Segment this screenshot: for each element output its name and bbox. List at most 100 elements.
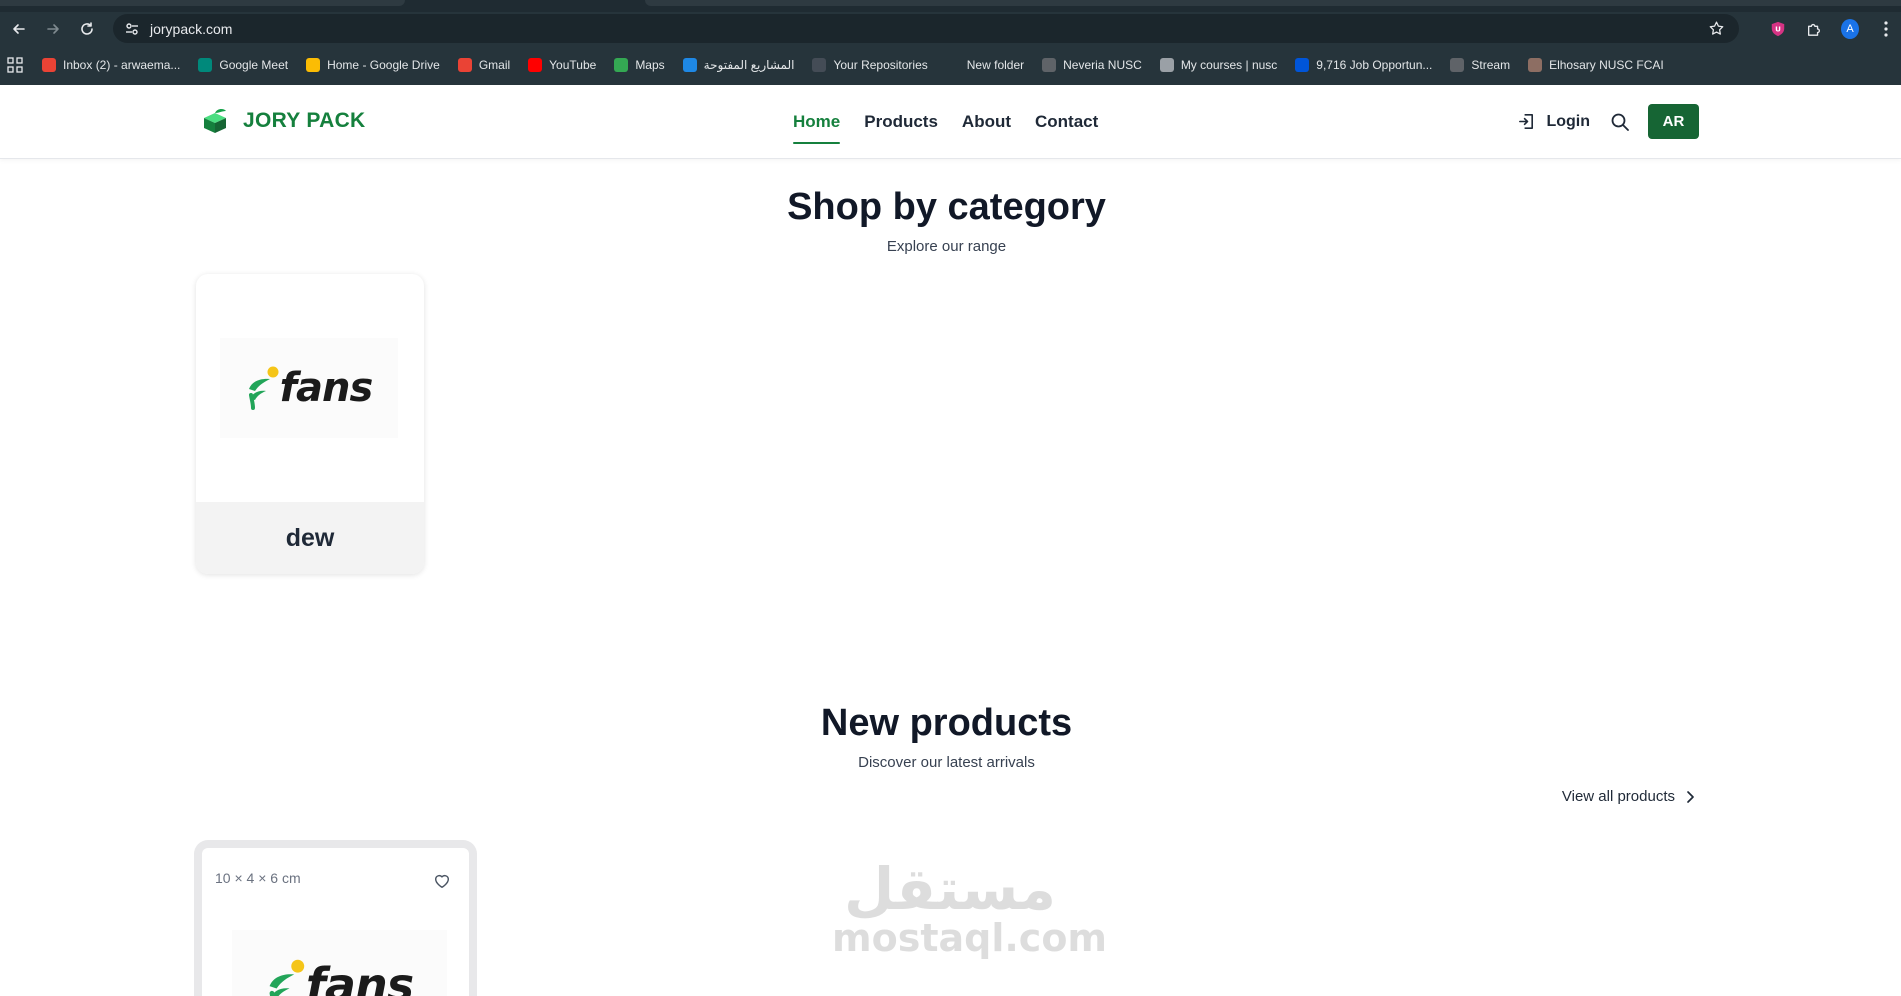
bookmark-item[interactable]: New folder: [945, 58, 1025, 72]
github-icon: [812, 58, 827, 72]
bookmark-label: Stream: [1471, 58, 1511, 72]
youtube-icon: [528, 58, 543, 72]
reload-icon: [81, 21, 93, 35]
bookmark-label: My courses | nusc: [1180, 58, 1278, 72]
kebab-menu-icon[interactable]: [1877, 20, 1895, 38]
nav-products[interactable]: Products: [864, 108, 938, 136]
bookmark-item[interactable]: Neveria NUSC: [1042, 58, 1142, 72]
bookmark-label: Maps: [635, 58, 665, 72]
puzzle-icon[interactable]: [1805, 20, 1823, 38]
fans-logo: fans: [266, 958, 414, 996]
bookmark-label: Google Meet: [219, 58, 289, 72]
products-section-subtitle: Discover our latest arrivals: [858, 754, 1035, 771]
fans-leaf-icon: [248, 366, 279, 410]
chevron-right-icon: [1687, 790, 1694, 803]
browser-toolbar: jorypack.com U A: [0, 12, 1901, 45]
box-logo-icon: [204, 108, 226, 133]
fans-wordmark: fans: [279, 365, 374, 411]
fans-wordmark: fans: [305, 958, 414, 996]
bookmark-label: 9,716 Job Opportun...: [1316, 58, 1433, 72]
bookmark-item[interactable]: Elhosary NUSC FCAI: [1528, 58, 1664, 72]
bookmark-label: Inbox (2) - arwaema...: [63, 58, 181, 72]
nav-about[interactable]: About: [962, 108, 1011, 136]
bookmark-item[interactable]: My courses | nusc: [1159, 58, 1278, 72]
brand-logo[interactable]: JORY PACK: [201, 107, 366, 135]
wuzzuf-icon: [1295, 58, 1310, 72]
bookmark-list: Inbox (2) - arwaema... Google Meet Home - …: [42, 58, 1682, 72]
bookmark-item[interactable]: Maps: [614, 58, 665, 72]
search-icon[interactable]: [1610, 112, 1630, 132]
category-name: dew: [196, 502, 424, 574]
address-bar[interactable]: jorypack.com: [113, 14, 1739, 43]
language-toggle-button[interactable]: AR: [1648, 104, 1699, 139]
moodle-icon: [1159, 58, 1174, 72]
classroom-icon: [1042, 58, 1057, 72]
category-section-title: Shop by category: [787, 186, 1106, 228]
url-text[interactable]: jorypack.com: [150, 21, 232, 37]
mostaql-watermark: مستقل mostaql.com: [832, 855, 1107, 960]
google-meet-icon: [198, 58, 213, 72]
category-section-subtitle: Explore our range: [886, 238, 1007, 255]
main-nav: Home Products About Contact: [793, 85, 1122, 159]
bookmark-star-icon[interactable]: [1708, 20, 1725, 37]
bookmark-item[interactable]: 9,716 Job Opportun...: [1295, 58, 1432, 72]
tune-icon: [126, 22, 138, 35]
login-icon: [1519, 114, 1534, 129]
bookmark-item[interactable]: Stream: [1450, 58, 1510, 72]
fans-logo: fans: [246, 365, 373, 411]
bookmark-label: Your Repositories: [833, 58, 928, 72]
site-info-button[interactable]: [122, 19, 142, 39]
bookmark-label: Gmail: [478, 58, 511, 72]
bookmark-item[interactable]: Your Repositories: [812, 58, 928, 72]
bookmark-label: New folder: [966, 58, 1025, 72]
forward-button[interactable]: [38, 14, 68, 44]
bookmarks-bar: Inbox (2) - arwaema... Google Meet Home - …: [0, 45, 1901, 85]
nav-contact[interactable]: Contact: [1035, 108, 1098, 136]
browser-tab-strip: [0, 0, 1901, 12]
browser-tab[interactable]: [0, 0, 405, 6]
category-card[interactable]: fans dew: [196, 274, 424, 574]
category-image: fans: [220, 338, 398, 438]
browser-tab[interactable]: [645, 0, 1901, 6]
site-header: JORY PACK Home Products About Contact Lo…: [0, 85, 1901, 159]
product-dimensions: 10 × 4 × 6 cm: [215, 870, 301, 886]
bookmark-item[interactable]: المشاريع المفتوحة: [682, 58, 794, 72]
bookmark-item[interactable]: YouTube: [528, 58, 596, 72]
avatar-icon: [1528, 58, 1543, 72]
brand-name: JORY PACK: [243, 109, 366, 132]
back-button[interactable]: [4, 14, 34, 44]
bookmark-item[interactable]: Google Meet: [198, 58, 288, 72]
nav-home[interactable]: Home: [793, 108, 841, 144]
fans-leaf-icon: [269, 959, 305, 996]
reload-button[interactable]: [72, 14, 102, 44]
svg-text:U: U: [1775, 24, 1781, 33]
bookmark-item[interactable]: Home - Google Drive: [306, 58, 440, 72]
extensions-area: U A: [1769, 12, 1901, 45]
gmail-icon: [457, 58, 472, 72]
login-button[interactable]: Login: [1517, 112, 1590, 131]
arrow-left-icon: [13, 23, 25, 34]
bookmark-label: Elhosary NUSC FCAI: [1549, 58, 1664, 72]
gmail-icon: [42, 58, 56, 72]
arrow-right-icon: [47, 23, 59, 34]
bookmark-item[interactable]: Gmail: [457, 58, 511, 72]
bookmark-item[interactable]: Inbox (2) - arwaema...: [42, 58, 180, 72]
bookmark-label: YouTube: [549, 58, 597, 72]
view-all-products-link[interactable]: View all products: [1562, 788, 1697, 805]
apps-grid-icon[interactable]: [6, 56, 24, 74]
view-all-label: View all products: [1561, 788, 1675, 805]
mostaql-icon: [682, 58, 697, 72]
ublock-icon[interactable]: U: [1769, 20, 1787, 38]
products-section-title: New products: [820, 702, 1073, 744]
maps-icon: [614, 58, 629, 72]
classroom-icon: [1450, 58, 1465, 72]
profile-button[interactable]: A: [1841, 18, 1859, 39]
login-label: Login: [1546, 112, 1590, 130]
folder-icon: [945, 58, 960, 72]
heart-icon[interactable]: [433, 872, 451, 890]
product-image: fans: [232, 930, 447, 996]
product-card[interactable]: 10 × 4 × 6 cm fans: [194, 840, 477, 996]
watermark-arabic: مستقل: [843, 855, 1057, 923]
bookmark-label: Neveria NUSC: [1063, 58, 1142, 72]
google-drive-icon: [306, 58, 321, 72]
